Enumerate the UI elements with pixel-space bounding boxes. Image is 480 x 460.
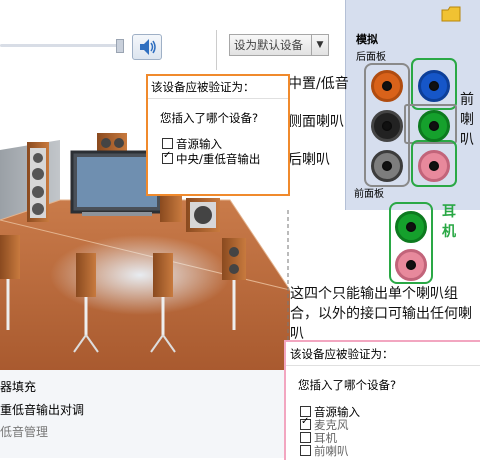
popup2-question: 您插入了哪个设备?	[298, 378, 397, 392]
front-panel-label: 前面板	[354, 189, 384, 200]
jack-pink[interactable]	[418, 150, 450, 182]
speaker-volume-button[interactable]	[132, 34, 162, 60]
checkbox[interactable]	[300, 432, 311, 443]
popup1-option-center-sub[interactable]: 中央/重低音输出	[162, 150, 260, 167]
front-jack-pink[interactable]	[395, 249, 427, 281]
device-verify-popup-1: 该设备应被验证为： 您插入了哪个设备? 音源输入 中央/重低音输出	[146, 74, 290, 196]
jack-blue[interactable]	[418, 70, 450, 102]
checkbox[interactable]	[162, 138, 173, 149]
chevron-down-icon[interactable]: ▼	[311, 35, 328, 55]
annotation-note: 这四个只能输出单个喇叭组合，以外的接口可输出任何喇叭	[290, 286, 472, 342]
jack-green[interactable]	[418, 110, 450, 142]
popup1-header: 该设备应被验证为：	[151, 80, 255, 94]
speaker-volume-icon	[140, 39, 156, 55]
bass-management-option[interactable]: 低音管理	[0, 423, 48, 440]
annotation-headphone: 耳机	[442, 204, 456, 240]
bottom-settings-list: 器填充 重低音输出对调 低音管理	[0, 370, 290, 458]
popup2-header: 该设备应被验证为：	[290, 347, 394, 361]
checkbox[interactable]	[300, 445, 311, 456]
device-verify-popup-2: 该设备应被验证为： 您插入了哪个设备? 音源输入 麦克风 耳机 前喇叭	[284, 340, 480, 460]
annotation-front: 前喇叭	[460, 92, 474, 148]
front-jack-green[interactable]	[395, 211, 427, 243]
speaker-fill-option[interactable]: 器填充	[0, 378, 36, 395]
checkbox-checked[interactable]	[300, 416, 311, 430]
annotation-side: 侧面喇叭	[288, 114, 344, 130]
panel-title: 模拟	[356, 33, 378, 46]
rear-panel-label: 后面板	[356, 52, 386, 63]
volume-slider-track[interactable]	[0, 44, 120, 47]
jack-black[interactable]	[371, 110, 403, 142]
toolbar-divider	[216, 30, 217, 70]
annotation-rear: 后喇叭	[288, 152, 330, 168]
popup1-question: 您插入了哪个设备?	[160, 111, 259, 125]
volume-slider-thumb[interactable]	[116, 39, 124, 53]
checkbox-checked[interactable]	[162, 150, 173, 164]
annotation-center-sub: 中置/低音	[288, 76, 349, 92]
jack-orange[interactable]	[371, 70, 403, 102]
set-default-device-button[interactable]: 设为默认设备 ▼	[229, 34, 329, 56]
center-sub-swap-option[interactable]: 重低音输出对调	[0, 401, 84, 418]
jack-gray[interactable]	[371, 150, 403, 182]
popup2-option-front-speaker[interactable]: 前喇叭	[300, 443, 349, 459]
folder-icon[interactable]	[440, 4, 462, 24]
set-default-device-label: 设为默认设备	[234, 38, 303, 52]
